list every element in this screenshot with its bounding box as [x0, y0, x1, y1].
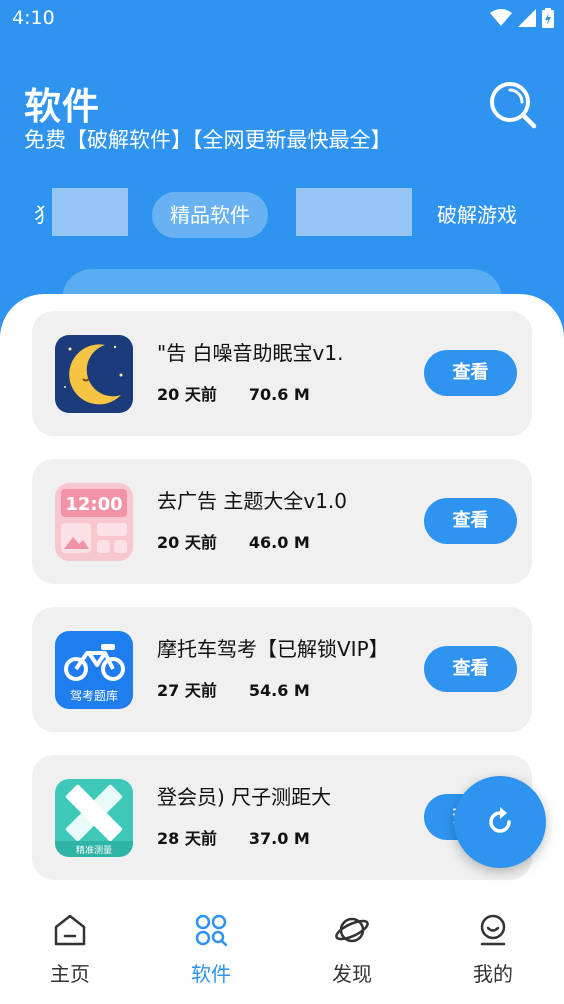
- page-subtitle: 免费【破解软件】【全网更新最快最全】: [24, 128, 392, 152]
- planet-icon: [335, 917, 369, 943]
- software-card[interactable]: 驾考题库 摩托车驾考【已解锁VIP】 27 天前 54.6 M 查看: [32, 607, 532, 732]
- blurred-tab-left: [52, 188, 128, 236]
- nav-label: 主页: [50, 962, 90, 986]
- status-time: 4:10: [12, 7, 55, 29]
- nav-label: 我的: [473, 962, 513, 986]
- software-age: 20 天前: [157, 385, 217, 404]
- software-card[interactable]: 12:00 去广告 主题大全v1.0 20 天前 46.0 M 查看: [32, 459, 532, 584]
- home-icon: [54, 914, 86, 946]
- apps-icon: [195, 914, 228, 947]
- search-button[interactable]: [488, 80, 538, 130]
- tab-hidden-left[interactable]: 犭: [34, 192, 54, 238]
- nav-label: 发现: [332, 962, 372, 986]
- bottom-nav: 主页 软件 发现 我的: [0, 894, 564, 1004]
- nav-mine[interactable]: 我的: [443, 912, 543, 992]
- software-name: 登会员) 尺子测距大: [157, 785, 332, 809]
- software-card[interactable]: "告 白噪音助眠宝v1. 20 天前 70.6 M 查看: [32, 311, 532, 436]
- software-size: 46.0 M: [248, 533, 310, 552]
- theme-icon-time: 12:00: [65, 494, 122, 515]
- software-meta: 27 天前 54.6 M: [157, 677, 310, 701]
- page-title: 软件: [24, 85, 100, 128]
- software-name: 摩托车驾考【已解锁VIP】: [157, 637, 389, 661]
- nav-discover[interactable]: 发现: [302, 912, 402, 992]
- refresh-button[interactable]: [454, 776, 546, 868]
- smile-icon: [480, 914, 506, 946]
- software-name: 去广告 主题大全v1.0: [157, 489, 347, 513]
- ruler-app-icon: 精准测量: [55, 779, 133, 857]
- software-age: 28 天前: [157, 829, 217, 848]
- refresh-icon: [489, 807, 511, 833]
- battery-icon: [542, 8, 554, 28]
- software-meta: 20 天前 70.6 M: [157, 381, 310, 405]
- moon-app-icon: [55, 335, 133, 413]
- status-bar: 4:10: [0, 0, 564, 38]
- tab-premium-software[interactable]: 精品软件: [152, 192, 268, 238]
- software-meta: 20 天前 46.0 M: [157, 529, 310, 553]
- wifi-icon: [490, 9, 512, 26]
- motorcycle-app-icon: 驾考题库: [55, 631, 133, 709]
- view-button[interactable]: 查看: [424, 350, 517, 396]
- nav-label: 软件: [191, 962, 231, 986]
- software-size: 54.6 M: [248, 681, 310, 700]
- tab-cracked-games[interactable]: 破解游戏: [437, 192, 517, 238]
- software-size: 37.0 M: [248, 829, 310, 848]
- search-icon: [490, 82, 537, 129]
- nav-software[interactable]: 软件: [161, 912, 261, 992]
- software-age: 27 天前: [157, 681, 217, 700]
- ruler-icon-label: 精准测量: [76, 844, 112, 856]
- view-button[interactable]: 查看: [424, 498, 517, 544]
- blurred-tab-middle: [296, 188, 412, 236]
- category-tabs: 犭 精品软件 破解游戏: [0, 186, 564, 246]
- nav-home[interactable]: 主页: [20, 912, 120, 992]
- software-name: "告 白噪音助眠宝v1.: [157, 341, 344, 365]
- software-size: 70.6 M: [248, 385, 310, 404]
- theme-app-icon: 12:00: [55, 483, 133, 561]
- moto-icon-label: 驾考题库: [70, 688, 118, 703]
- software-age: 20 天前: [157, 533, 217, 552]
- view-button[interactable]: 查看: [424, 646, 517, 692]
- signal-icon: [518, 9, 536, 27]
- software-meta: 28 天前 37.0 M: [157, 825, 310, 849]
- status-icons: [490, 8, 554, 28]
